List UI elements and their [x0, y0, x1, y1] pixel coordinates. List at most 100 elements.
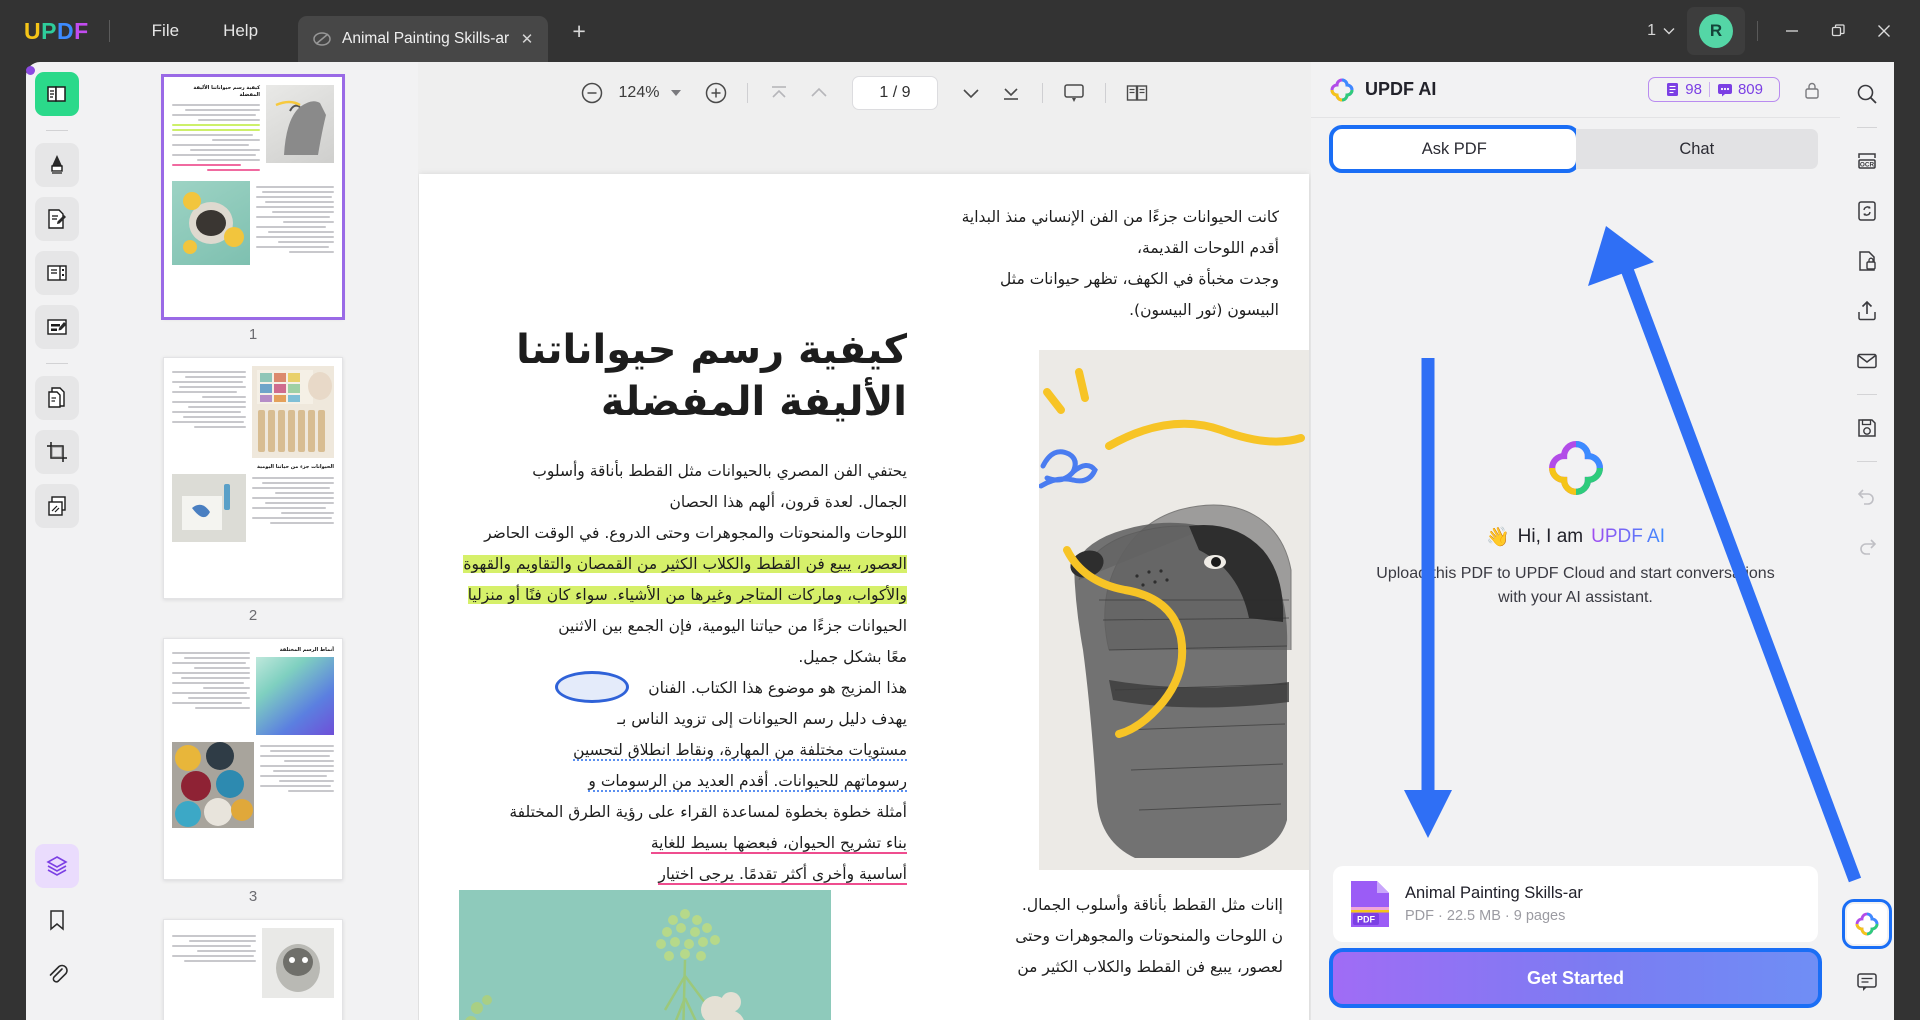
logo-letter-p: P — [41, 17, 57, 44]
logo-letter-u: U — [24, 17, 42, 44]
redo-button[interactable] — [1847, 525, 1887, 565]
dual-page-view-icon — [1126, 85, 1148, 101]
notification-dot — [26, 66, 35, 75]
thumbnail-image: كيفية رسم حيواناتنا الأليفة المفضلة — [161, 74, 345, 320]
pdf-page-scroll-area[interactable]: كانت الحيوانات جزءًا من الفن الإنساني من… — [418, 124, 1311, 1020]
right-rail-divider-2 — [1857, 394, 1877, 395]
sidebar-item-form[interactable] — [35, 305, 79, 349]
chat-credits-badge: 809 — [1710, 81, 1770, 98]
last-page-button[interactable] — [992, 74, 1030, 112]
next-page-icon — [963, 89, 979, 99]
search-button[interactable] — [1847, 74, 1887, 114]
attached-file-card[interactable]: PDF Animal Painting Skills-ar PDF · 22.5… — [1333, 866, 1818, 942]
sidebar-item-comment[interactable] — [35, 143, 79, 187]
svg-text:OCR: OCR — [1860, 162, 1875, 169]
email-button[interactable] — [1847, 341, 1887, 381]
get-started-button[interactable]: Get Started — [1333, 952, 1818, 1004]
close-window-button[interactable] — [1862, 11, 1906, 51]
sidebar-item-reader-mode[interactable] — [26, 66, 79, 116]
pink-underline-annotation[interactable]: أساسية وأخرى أكثر تقدمًا. يرجى اختيار — [658, 865, 907, 885]
convert-button[interactable] — [1847, 191, 1887, 231]
pdf-file-icon: PDF — [1349, 879, 1391, 929]
thumbnail-page-1[interactable]: كيفية رسم حيواناتنا الأليفة المفضلة 1 — [161, 74, 345, 343]
comment-bubble-icon — [1857, 973, 1877, 991]
thumbnail-page-4[interactable]: 4 — [163, 919, 343, 1020]
sidebar-item-organize-pages[interactable] — [35, 484, 79, 528]
sidebar-item-edit-pdf[interactable] — [35, 197, 79, 241]
page-thumbnails-panel[interactable]: كيفية رسم حيواناتنا الأليفة المفضلة 1 ال… — [88, 62, 418, 1020]
rail-divider-1 — [46, 130, 68, 131]
body-line: يحتفي الفن المصري بالحيوانات مثل القطط ب… — [532, 462, 907, 480]
thumbnail-image: الحيوانات جزء من حياتنا اليومية — [163, 357, 343, 599]
blue-squiggly-underline-annotation[interactable]: رسوماتهم للحيوانات. أقدم العديد من الرسو… — [588, 772, 907, 792]
user-account-button[interactable]: R — [1687, 7, 1745, 55]
share-button[interactable] — [1847, 291, 1887, 331]
body-line: يهدف دليل رسم الحيوانات إلى تزويد الناس … — [617, 710, 907, 728]
tab-chat[interactable]: Chat — [1575, 129, 1818, 169]
save-icon — [1858, 419, 1876, 437]
sidebar-item-page-edit[interactable] — [35, 251, 79, 295]
page-indicator: 1 / 9 — [879, 84, 911, 101]
blue-squiggly-underline-annotation[interactable]: مستويات مختلفة من المهارة، ونقاط انطلاق … — [573, 741, 907, 761]
new-tab-button[interactable]: + — [564, 16, 594, 46]
title-bar: U P D F File Help Animal Painting Skills… — [0, 0, 1920, 62]
svg-text:PDF: PDF — [1357, 915, 1376, 925]
sidebar-item-thumbnails[interactable] — [35, 844, 79, 888]
left-tool-rail — [26, 62, 88, 1020]
close-tab-icon[interactable]: ✕ — [516, 28, 538, 50]
ai-greeting-brand: UPDF AI — [1591, 525, 1666, 547]
ocr-button[interactable]: OCR — [1847, 141, 1887, 181]
chat-credits-value: 809 — [1737, 81, 1763, 98]
sidebar-item-attachment[interactable] — [35, 952, 79, 996]
maximize-button[interactable] — [1816, 11, 1860, 51]
green-highlight-annotation[interactable]: العصور، يبيع فن القطط والكلاب الكثير من … — [463, 555, 907, 573]
body-line-underlined: بناء تشريح الحيوان، فبعضها بسيط للغاية — [447, 828, 907, 859]
thumbnail-page-3[interactable]: أنماط الرسم المختلفة 3 — [163, 638, 343, 905]
minimize-icon — [1786, 30, 1798, 32]
viewer-toolbar: 124% 1 / 9 — [418, 62, 1311, 124]
body-line: أمثلة خطوة بخطوة لمساعدة القراء على رؤية… — [509, 803, 907, 821]
document-tab[interactable]: Animal Painting Skills-ar ✕ — [298, 16, 549, 62]
ai-panel-title: UPDF AI — [1365, 79, 1437, 99]
window-count-value: 1 — [1647, 22, 1656, 39]
menu-help[interactable]: Help — [201, 15, 280, 47]
updf-ai-launch-button[interactable] — [1847, 904, 1887, 944]
sidebar-item-convert[interactable] — [35, 376, 79, 420]
menu-file[interactable]: File — [130, 15, 201, 47]
protect-button[interactable] — [1847, 241, 1887, 281]
maximize-icon — [1831, 23, 1845, 36]
ai-lock-button[interactable] — [1802, 80, 1822, 100]
right-rail-divider-3 — [1857, 461, 1877, 462]
pink-underline-annotation[interactable]: بناء تشريح الحيوان، فبعضها بسيط للغاية — [650, 834, 907, 854]
first-page-button[interactable] — [760, 74, 798, 112]
comments-button[interactable] — [1847, 962, 1887, 1002]
intro-line-1: كانت الحيوانات جزءًا من الفن الإنساني من… — [961, 208, 1279, 257]
blue-circle-annotation[interactable] — [555, 671, 629, 703]
page-number-input[interactable]: 1 / 9 — [852, 76, 938, 110]
undo-button[interactable] — [1847, 475, 1887, 515]
green-highlight-annotation[interactable]: والأكواب، وماركات المتاجر وغيرها من الأش… — [467, 586, 907, 604]
rail-divider-2 — [46, 363, 68, 364]
zoom-in-button[interactable] — [697, 74, 735, 112]
form-icon — [47, 319, 67, 335]
ai-credits-badges[interactable]: 98 809 — [1648, 77, 1780, 102]
sidebar-item-crop[interactable] — [35, 430, 79, 474]
zoom-out-button[interactable] — [573, 74, 611, 112]
next-page-button[interactable] — [952, 74, 990, 112]
window-count-dropdown[interactable]: 1 — [1637, 15, 1685, 47]
previous-page-button[interactable] — [800, 74, 838, 112]
logo-letter-d: D — [56, 17, 75, 44]
thumbnail-page-2[interactable]: الحيوانات جزء من حياتنا اليومية 2 — [163, 357, 343, 624]
document-tab-title: Animal Painting Skills-ar — [342, 30, 510, 47]
presentation-mode-button[interactable] — [1055, 74, 1093, 112]
zoom-level-value[interactable]: 124% — [613, 84, 665, 102]
dual-page-view-button[interactable] — [1118, 74, 1156, 112]
minimize-button[interactable] — [1770, 11, 1814, 51]
zoom-dropdown-icon[interactable] — [671, 90, 681, 96]
tab-ask-pdf[interactable]: Ask PDF — [1333, 129, 1576, 169]
thumbnail-page-number: 1 — [248, 326, 258, 343]
sidebar-item-bookmark[interactable] — [35, 898, 79, 942]
ai-panel-header: UPDF AI 98 809 — [1311, 62, 1840, 118]
save-button[interactable] — [1847, 408, 1887, 448]
previous-page-icon — [811, 87, 827, 97]
